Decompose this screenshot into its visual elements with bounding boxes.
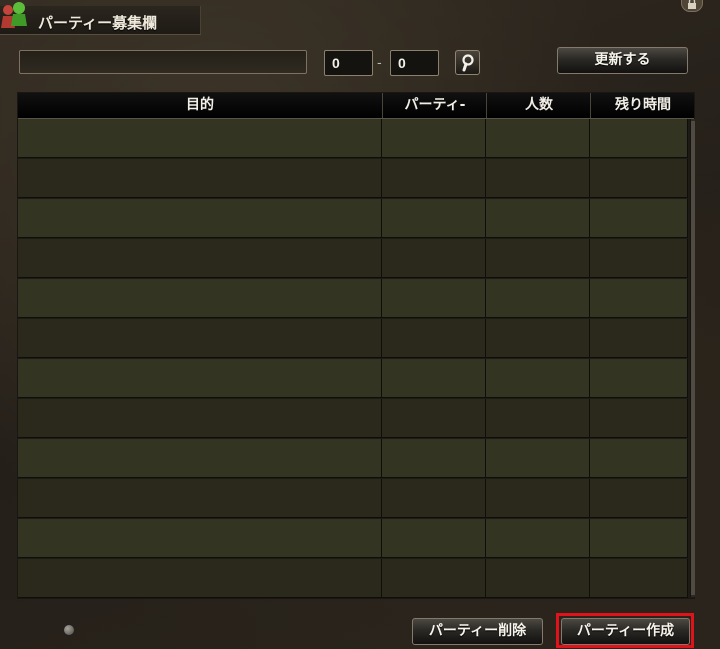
window-title-bar: パーティー募集欄 <box>0 0 205 35</box>
cell-members <box>486 439 590 478</box>
cell-party <box>382 479 486 518</box>
table-row[interactable] <box>18 439 688 479</box>
cell-party <box>382 519 486 558</box>
cell-remaining-time <box>590 279 688 318</box>
column-header-purpose[interactable]: 目的 <box>18 93 382 118</box>
cell-members <box>486 239 590 278</box>
table-row[interactable] <box>18 239 688 279</box>
scrollbar-thumb[interactable] <box>691 121 695 595</box>
level-min-input[interactable] <box>324 50 373 76</box>
cell-purpose <box>18 239 382 278</box>
table-scrollbar[interactable] <box>690 119 695 597</box>
table-row[interactable] <box>18 479 688 519</box>
refresh-button[interactable]: 更新する <box>557 47 688 74</box>
cell-party <box>382 119 486 158</box>
create-party-button[interactable]: パーティー作成 <box>561 618 690 645</box>
cell-members <box>486 479 590 518</box>
table-row[interactable] <box>18 319 688 359</box>
status-indicator-dot <box>63 624 75 636</box>
cell-purpose <box>18 559 382 598</box>
cell-purpose <box>18 519 382 558</box>
cell-party <box>382 159 486 198</box>
cell-party <box>382 279 486 318</box>
party-members-icon <box>0 0 34 32</box>
table-row[interactable] <box>18 159 688 199</box>
cell-remaining-time <box>590 399 688 438</box>
search-button[interactable] <box>455 50 480 75</box>
range-separator: - <box>377 56 382 71</box>
cell-members <box>486 559 590 598</box>
table-row[interactable] <box>18 279 688 319</box>
cell-remaining-time <box>590 319 688 358</box>
table-row[interactable] <box>18 119 688 159</box>
magnifier-icon <box>462 54 474 72</box>
lock-icon <box>688 0 696 9</box>
table-row[interactable] <box>18 399 688 439</box>
column-header-members[interactable]: 人数 <box>486 93 591 118</box>
window-title: パーティー募集欄 <box>38 14 158 32</box>
cell-remaining-time <box>590 519 688 558</box>
cell-purpose <box>18 199 382 238</box>
column-header-party[interactable]: パーティ- <box>382 93 487 118</box>
cell-purpose <box>18 439 382 478</box>
cell-members <box>486 319 590 358</box>
cell-members <box>486 159 590 198</box>
cell-remaining-time <box>590 159 688 198</box>
level-max-input[interactable] <box>390 50 439 76</box>
cell-remaining-time <box>590 199 688 238</box>
cell-purpose <box>18 319 382 358</box>
cell-purpose <box>18 119 382 158</box>
cell-purpose <box>18 479 382 518</box>
cell-party <box>382 239 486 278</box>
cell-remaining-time <box>590 239 688 278</box>
delete-party-button[interactable]: パーティー削除 <box>412 618 543 645</box>
cell-purpose <box>18 279 382 318</box>
cell-party <box>382 319 486 358</box>
cell-purpose <box>18 359 382 398</box>
cell-members <box>486 199 590 238</box>
table-row[interactable] <box>18 519 688 559</box>
cell-members <box>486 519 590 558</box>
cell-members <box>486 399 590 438</box>
cell-remaining-time <box>590 119 688 158</box>
cell-remaining-time <box>590 479 688 518</box>
lock-button[interactable] <box>681 0 703 12</box>
table-row[interactable] <box>18 559 688 599</box>
cell-remaining-time <box>590 359 688 398</box>
party-list-table: 目的 パーティ- 人数 残り時間 <box>17 92 695 599</box>
cell-party <box>382 199 486 238</box>
cell-party <box>382 439 486 478</box>
cell-purpose <box>18 399 382 438</box>
cell-party <box>382 559 486 598</box>
table-header: 目的 パーティ- 人数 残り時間 <box>18 93 694 119</box>
column-header-remaining-time[interactable]: 残り時間 <box>590 93 695 118</box>
cell-purpose <box>18 159 382 198</box>
cell-remaining-time <box>590 559 688 598</box>
table-body <box>18 119 688 599</box>
cell-members <box>486 119 590 158</box>
cell-party <box>382 399 486 438</box>
cell-members <box>486 359 590 398</box>
cell-party <box>382 359 486 398</box>
cell-members <box>486 279 590 318</box>
cell-remaining-time <box>590 439 688 478</box>
table-row[interactable] <box>18 359 688 399</box>
keyword-search-input[interactable] <box>19 50 307 74</box>
table-row[interactable] <box>18 199 688 239</box>
